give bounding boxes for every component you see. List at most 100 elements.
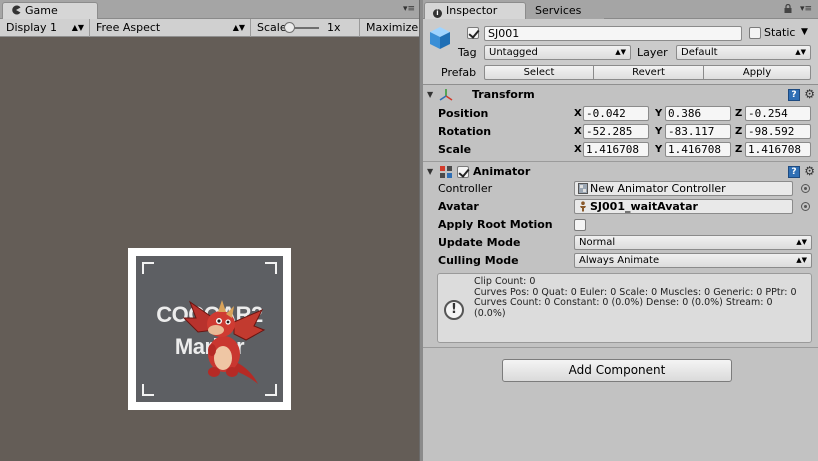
axis-z-label: Z: [735, 126, 743, 137]
axis-y-label: Y: [655, 108, 663, 119]
rotation-y-field[interactable]: -83.117: [665, 124, 731, 139]
scale-x-field[interactable]: 1.416708: [583, 142, 649, 157]
layer-label: Layer: [637, 46, 668, 59]
active-checkbox[interactable]: [467, 27, 479, 39]
display-dropdown[interactable]: Display 1 ▲▼: [0, 19, 90, 37]
info-icon: i: [433, 9, 442, 18]
tab-services[interactable]: Services: [526, 2, 604, 19]
scale-value: 1x: [327, 21, 341, 34]
scale-y-field[interactable]: 1.416708: [665, 142, 731, 157]
tab-menu-icon[interactable]: ▾≡: [402, 3, 416, 15]
position-label: Position: [438, 107, 489, 120]
static-checkbox[interactable]: [749, 27, 761, 39]
prefab-label: Prefab: [441, 66, 477, 79]
prefab-apply-button[interactable]: Apply: [703, 65, 811, 80]
axis-z-label: Z: [735, 108, 743, 119]
object-picker-icon[interactable]: [801, 202, 810, 211]
prefab-select-button[interactable]: Select: [484, 65, 594, 80]
maximize-label: Maximize On Play: [366, 21, 419, 34]
chevron-updown-icon: ▲▼: [615, 48, 626, 56]
exclamation-icon: !: [444, 300, 464, 320]
culling-mode-label: Culling Mode: [438, 254, 519, 267]
scale-z-field[interactable]: 1.416708: [745, 142, 811, 157]
animator-title: Animator: [473, 165, 531, 178]
game-panel: Game ▾≡ Display 1 ▲▼ Free Aspect ▲▼ Scale …: [0, 0, 419, 461]
avatar-label: Avatar: [438, 200, 479, 213]
gear-icon[interactable]: ⚙: [804, 164, 815, 178]
object-picker-icon[interactable]: [801, 184, 810, 193]
chevron-down-icon: ▲▼: [232, 23, 245, 32]
apply-root-motion-checkbox[interactable]: [574, 219, 586, 231]
tab-game-label: Game: [25, 4, 58, 17]
aspect-dropdown[interactable]: Free Aspect ▲▼: [90, 19, 251, 37]
animator-info-text: Clip Count: 0 Curves Pos: 0 Quat: 0 Eule…: [474, 276, 797, 319]
gameobject-header: SJ001 Static ▼ Tag Untagged ▲▼ Layer Defa…: [423, 19, 818, 85]
object-name-field[interactable]: SJ001: [484, 26, 742, 41]
culling-mode-value: Always Animate: [579, 255, 660, 266]
add-component-button[interactable]: Add Component: [502, 359, 732, 382]
marker-corner: [265, 384, 277, 396]
axis-y-label: Y: [655, 144, 663, 155]
controller-value: New Animator Controller: [590, 182, 726, 195]
position-y-field[interactable]: 0.386: [665, 106, 731, 121]
lock-icon[interactable]: [784, 4, 792, 13]
help-book-icon[interactable]: ?: [788, 166, 800, 178]
maximize-on-play-toggle[interactable]: Maximize On Play: [360, 19, 419, 37]
static-dropdown-arrow-icon[interactable]: ▼: [801, 25, 808, 39]
game-viewport[interactable]: COCOAR2 Marker: [0, 37, 419, 461]
tab-services-label: Services: [535, 4, 582, 17]
culling-mode-dropdown[interactable]: Always Animate ▲▼: [574, 253, 812, 268]
chevron-updown-icon: ▲▼: [796, 256, 807, 264]
game-tabbar: Game ▾≡: [0, 0, 419, 19]
foldout-arrow-icon[interactable]: ▼: [427, 167, 433, 176]
scale-row-label: Scale: [438, 143, 472, 156]
avatar-value: SJ001_waitAvatar: [590, 200, 698, 213]
marker-corner: [142, 384, 154, 396]
layer-dropdown[interactable]: Default ▲▼: [676, 45, 811, 60]
marker-corner: [265, 262, 277, 274]
tab-menu-icon[interactable]: ▾≡: [799, 3, 813, 15]
tag-dropdown[interactable]: Untagged ▲▼: [484, 45, 631, 60]
chevron-down-icon: ▲▼: [71, 23, 84, 32]
transform-header[interactable]: ▼ Transform ? ⚙: [423, 86, 818, 104]
axis-x-label: X: [574, 108, 582, 119]
gear-icon[interactable]: ⚙: [804, 87, 815, 101]
avatar-field[interactable]: SJ001_waitAvatar: [574, 199, 793, 214]
update-mode-label: Update Mode: [438, 236, 521, 249]
help-book-icon[interactable]: ?: [788, 89, 800, 101]
animator-controller-icon: [578, 183, 588, 194]
chevron-updown-icon: ▲▼: [796, 238, 807, 246]
pacman-icon: [12, 5, 21, 15]
update-mode-dropdown[interactable]: Normal ▲▼: [574, 235, 812, 250]
display-label: Display 1: [6, 21, 58, 34]
controller-label: Controller: [438, 182, 493, 195]
prefab-revert-button[interactable]: Revert: [593, 65, 704, 80]
scale-slider-knob[interactable]: [284, 22, 295, 33]
ar-marker: COCOAR2 Marker: [128, 248, 291, 410]
aspect-label: Free Aspect: [96, 21, 161, 34]
rotation-label: Rotation: [438, 125, 492, 138]
layer-value: Default: [681, 47, 718, 58]
apply-root-motion-label: Apply Root Motion: [438, 218, 553, 231]
scale-control: Scale 1x: [251, 19, 360, 37]
scale-label: Scale: [257, 21, 287, 34]
scale-slider-track[interactable]: [291, 27, 319, 29]
foldout-arrow-icon[interactable]: ▼: [427, 90, 433, 99]
transform-axes-icon: [439, 89, 453, 101]
dragon-model: [182, 300, 266, 384]
controller-field[interactable]: New Animator Controller: [574, 181, 793, 196]
position-x-field[interactable]: -0.042: [583, 106, 649, 121]
static-label: Static: [764, 26, 796, 39]
tab-inspector-label: Inspector: [446, 4, 498, 17]
tab-game[interactable]: Game: [2, 2, 98, 19]
game-toolbar: Display 1 ▲▼ Free Aspect ▲▼ Scale 1x Maxim…: [0, 19, 419, 37]
animator-enabled-checkbox[interactable]: [457, 166, 469, 178]
animator-header[interactable]: ▼ Animator ? ⚙: [423, 163, 818, 181]
tab-inspector[interactable]: i Inspector: [424, 2, 526, 19]
transform-title: Transform: [472, 88, 535, 101]
inspector-panel: i Inspector Services ▾≡ SJ001 Static ▼ Ta…: [423, 0, 818, 461]
position-z-field[interactable]: -0.254: [745, 106, 811, 121]
rotation-z-field[interactable]: -98.592: [745, 124, 811, 139]
rotation-x-field[interactable]: -52.285: [583, 124, 649, 139]
marker-corner: [142, 262, 154, 274]
